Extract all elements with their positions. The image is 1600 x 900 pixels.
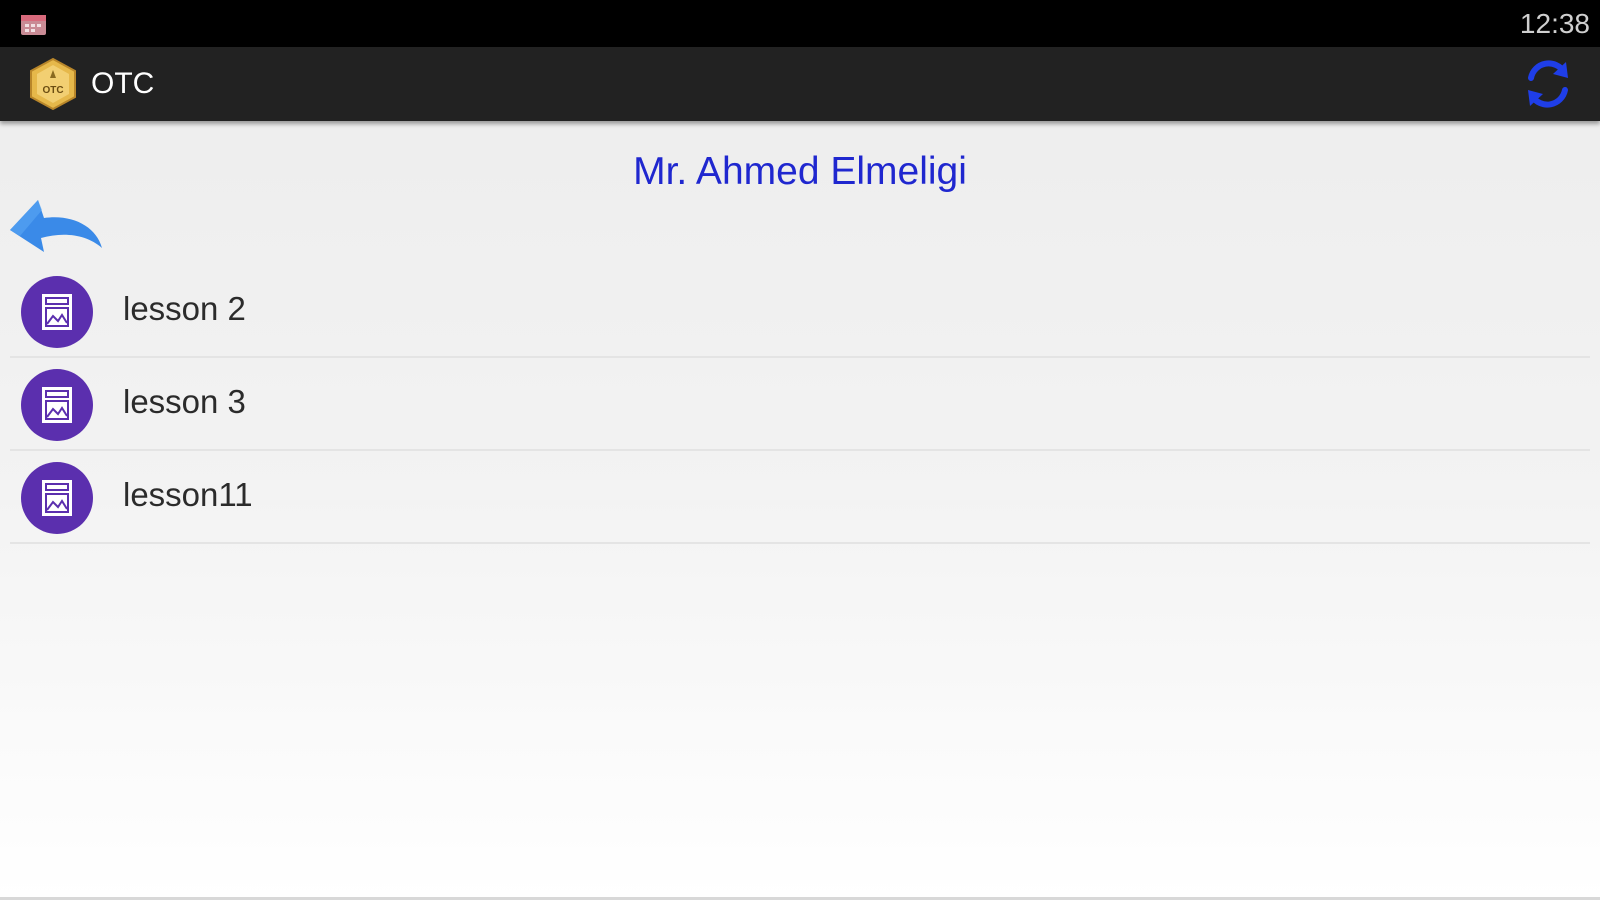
- back-arrow-icon: [10, 200, 102, 252]
- logo-text: OTC: [42, 85, 63, 96]
- list-item[interactable]: lesson11: [10, 451, 1590, 544]
- action-bar: OTC OTC: [0, 47, 1600, 121]
- lesson-label: lesson11: [123, 476, 253, 513]
- lesson-label: lesson 3: [123, 383, 246, 420]
- refresh-icon: [1528, 60, 1568, 108]
- lesson-image-icon: [21, 462, 93, 534]
- lesson-image-icon: [21, 369, 93, 441]
- page-title: Mr. Ahmed Elmeligi: [633, 150, 967, 193]
- lesson-list: lesson 2 lesson 3 lesson11: [10, 265, 1590, 544]
- lesson-label: lesson 2: [123, 290, 246, 327]
- lesson-image-icon: [21, 276, 93, 348]
- screen: 12:38 OTC OTC Mr. Ahmed Elmeligi lesson …: [0, 0, 1600, 900]
- app-title: OTC: [91, 67, 155, 100]
- back-button[interactable]: [8, 196, 106, 256]
- list-item[interactable]: lesson 3: [10, 358, 1590, 451]
- otc-logo-icon[interactable]: OTC: [29, 57, 77, 111]
- status-time: 12:38: [1519, 8, 1590, 39]
- refresh-button[interactable]: [1522, 58, 1574, 110]
- status-bar: 12:38: [0, 0, 1600, 47]
- list-item[interactable]: lesson 2: [10, 265, 1590, 358]
- calendar-icon: [21, 15, 46, 35]
